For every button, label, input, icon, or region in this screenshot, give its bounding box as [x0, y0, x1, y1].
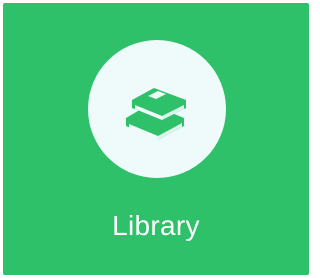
icon-circle [88, 40, 226, 178]
books-icon [126, 88, 186, 140]
library-tile[interactable]: Library [3, 3, 309, 275]
tile-label: Library [112, 210, 200, 241]
